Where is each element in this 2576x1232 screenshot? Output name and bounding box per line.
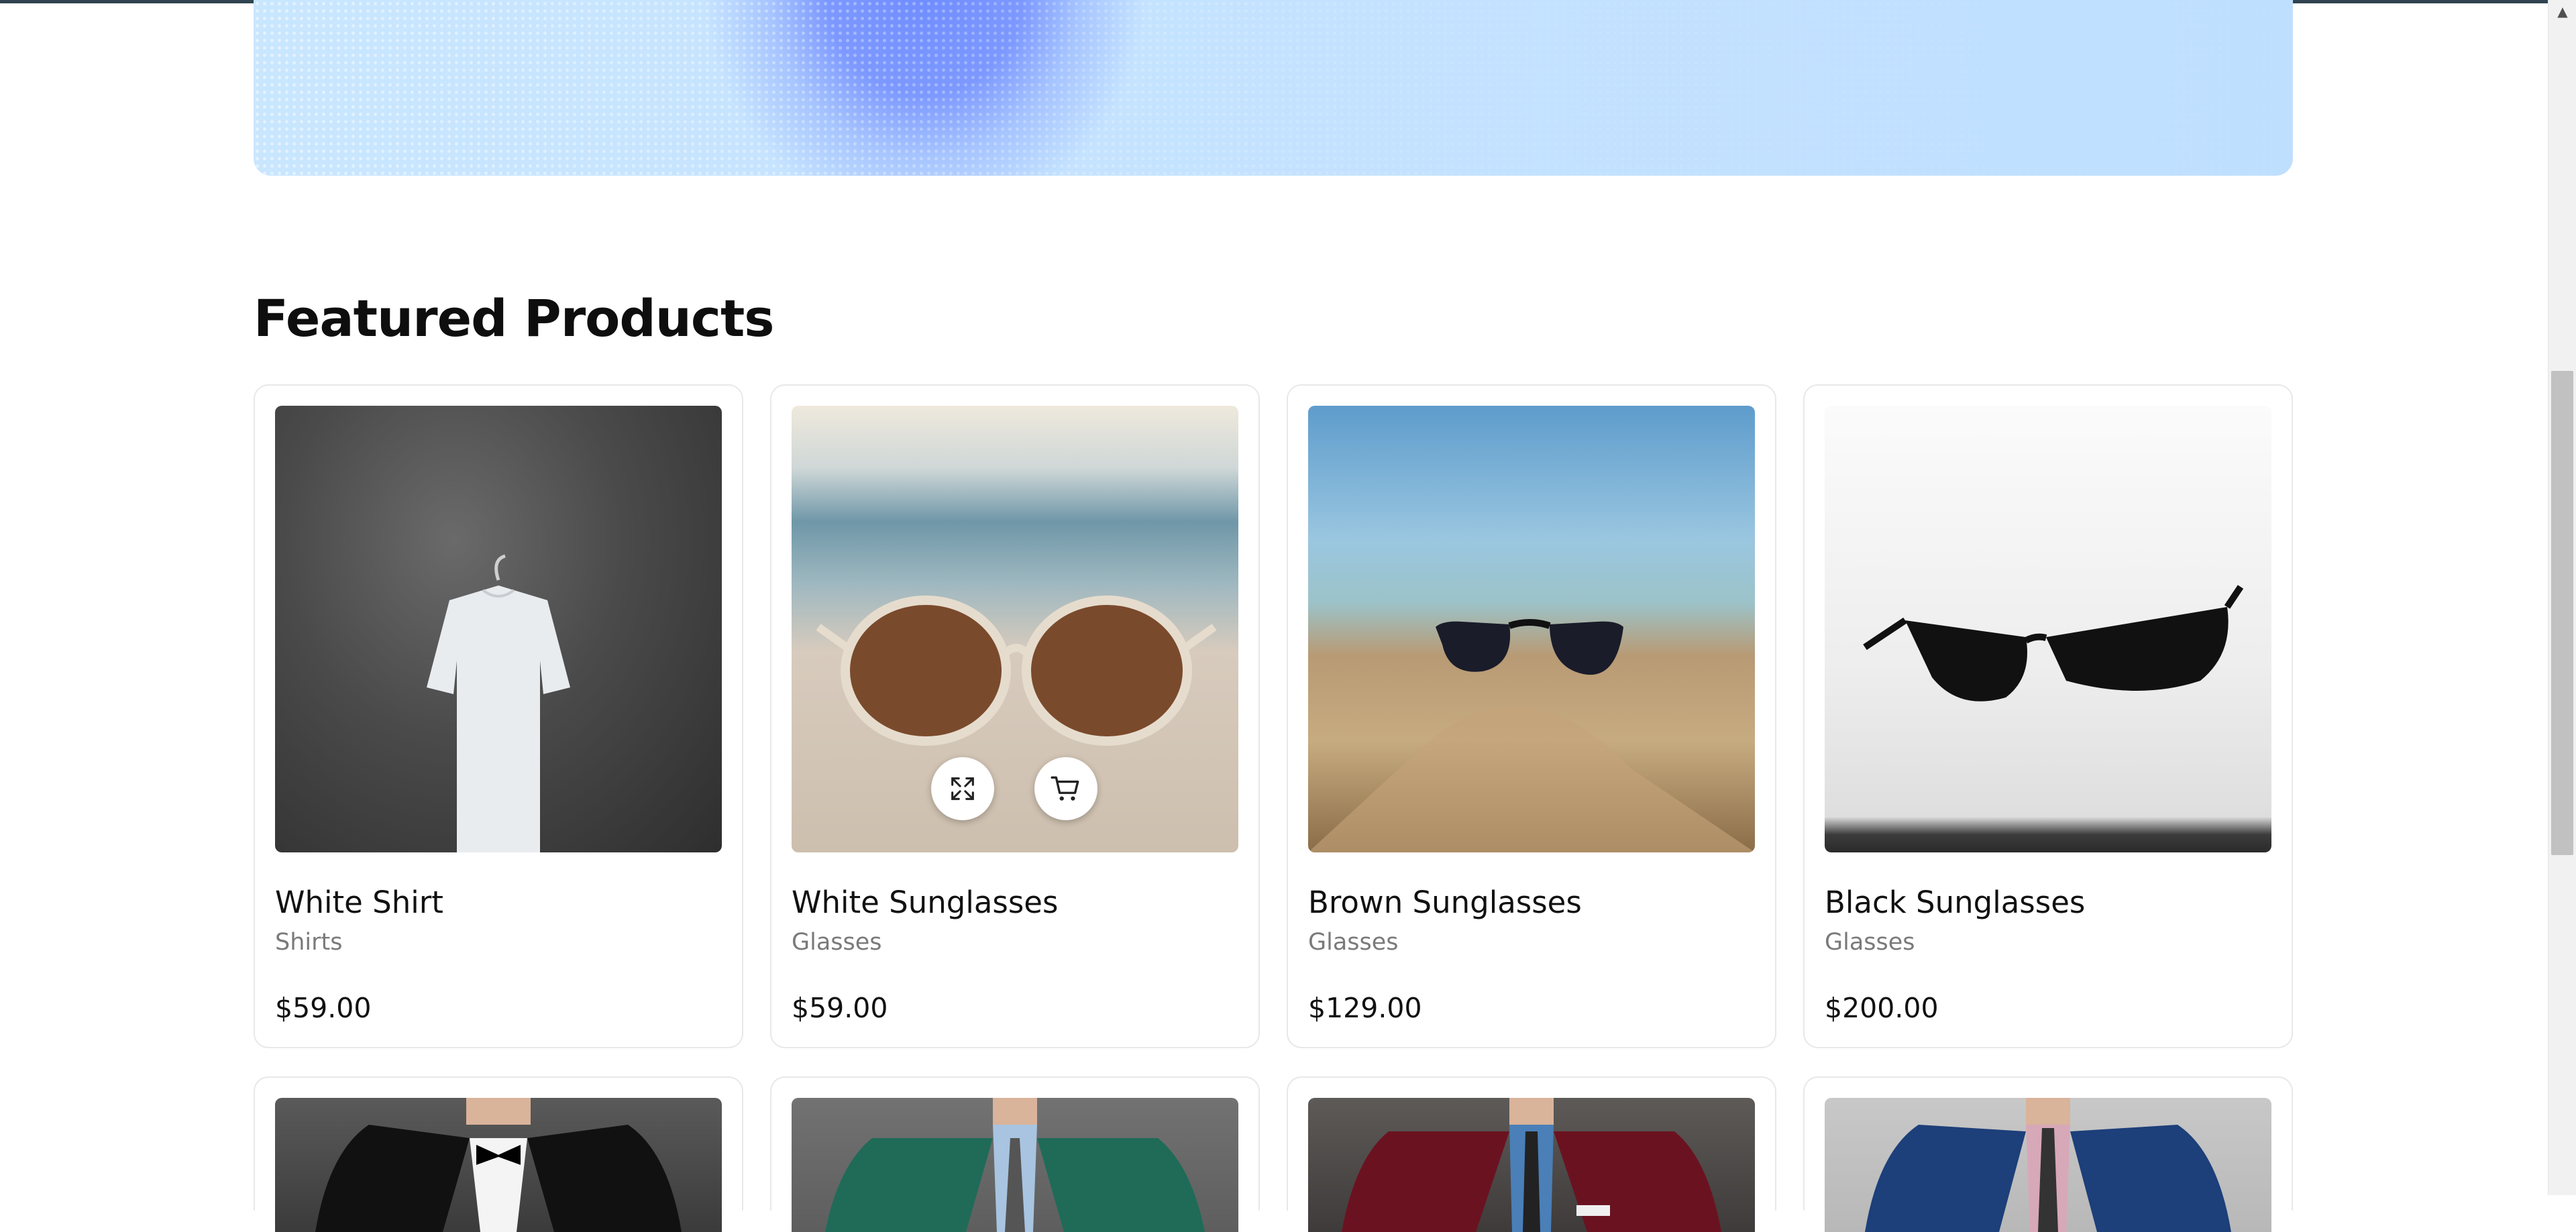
banner-dot-pattern [254,0,2293,176]
product-price: $129.00 [1308,992,1422,1024]
product-category: Glasses [1308,929,1399,956]
product-card[interactable] [1803,1076,2293,1232]
featured-products-heading: Featured Products [254,288,775,348]
product-card[interactable]: Black Sunglasses Glasses $200.00 [1803,384,2293,1048]
black-sunglasses-image [1863,585,2244,702]
product-category: Shirts [275,929,343,956]
product-name[interactable]: White Sunglasses [792,885,1058,920]
white-sunglasses-image [816,596,1217,746]
product-card[interactable]: White Sunglasses Glasses $59.00 [770,384,1260,1048]
product-image[interactable] [275,1098,722,1232]
product-image[interactable] [1308,406,1755,852]
green-suit-image [825,1098,1205,1232]
product-image[interactable] [1825,406,2271,852]
product-card[interactable] [770,1076,1260,1232]
product-price: $59.00 [792,992,888,1024]
product-card[interactable] [254,1076,743,1232]
product-category: Glasses [1825,929,1915,956]
product-name[interactable]: Black Sunglasses [1825,885,2085,920]
product-card[interactable] [1287,1076,1776,1232]
product-image[interactable] [792,406,1238,852]
promo-banner[interactable] [254,0,2293,176]
product-category: Glasses [792,929,882,956]
cart-icon [1051,776,1079,801]
product-price: $200.00 [1825,992,1939,1024]
product-name[interactable]: White Shirt [275,885,443,920]
maroon-suit-image [1342,1098,1721,1232]
blue-suit-image [1865,1098,2231,1232]
tuxedo-image [315,1098,682,1232]
product-image[interactable] [792,1098,1238,1232]
white-shirt-image [427,554,570,852]
brown-sunglasses-image [1308,619,1755,852]
product-card[interactable]: Brown Sunglasses Glasses $129.00 [1287,384,1776,1048]
quick-view-button[interactable] [931,757,994,820]
scrollbar-thumb[interactable] [2551,371,2573,855]
product-image[interactable] [275,406,722,852]
product-image[interactable] [1308,1098,1755,1232]
product-price: $59.00 [275,992,372,1024]
scroll-up-arrow-icon[interactable]: ▲ [2548,0,2576,23]
add-to-cart-button[interactable] [1034,757,1097,820]
product-card[interactable]: White Shirt Shirts $59.00 [254,384,743,1048]
vertical-scrollbar[interactable]: ▲ [2548,0,2576,1195]
product-name[interactable]: Brown Sunglasses [1308,885,1582,920]
expand-icon [951,777,974,800]
product-image[interactable] [1825,1098,2271,1232]
